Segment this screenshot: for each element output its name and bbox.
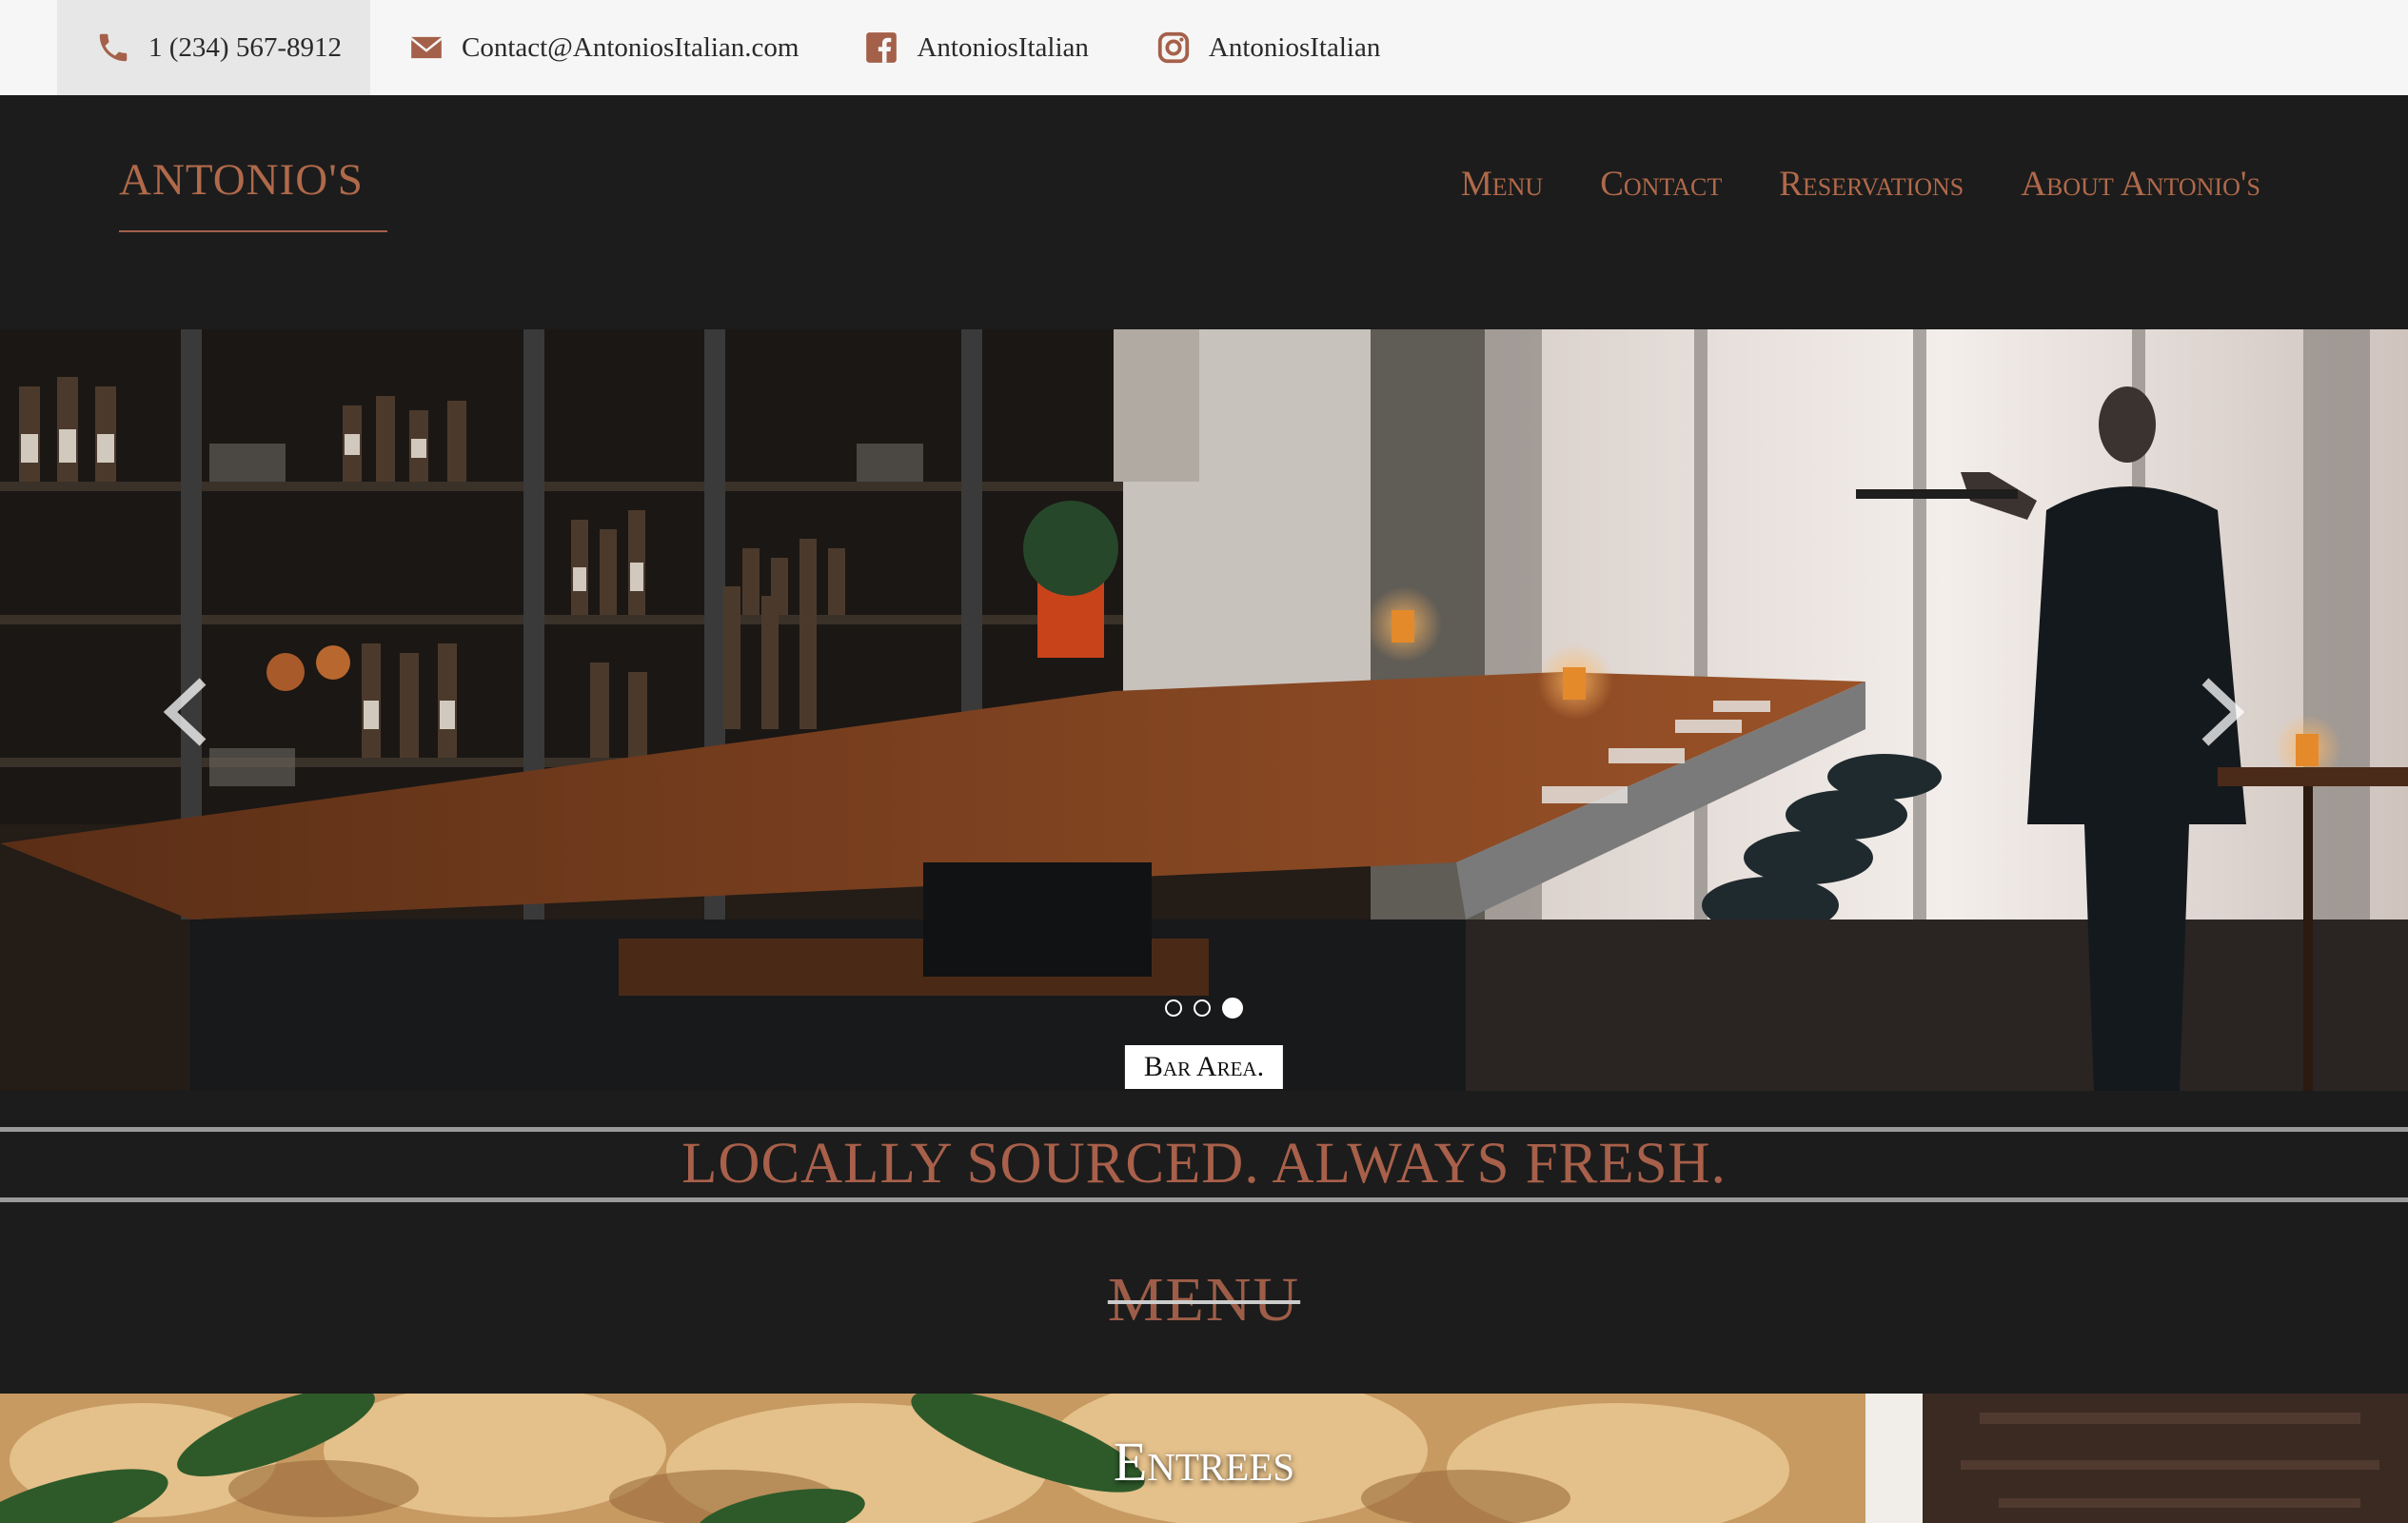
facebook-icon xyxy=(863,30,899,66)
carousel-caption: Bar Area. xyxy=(1124,1045,1284,1089)
hero-carousel: Bar Area. xyxy=(0,329,2408,1091)
nav-item-menu[interactable]: Menu xyxy=(1461,164,1543,205)
carousel-prev-arrow[interactable] xyxy=(157,674,224,750)
carousel-indicator-3[interactable] xyxy=(1222,998,1243,1019)
carousel-indicators xyxy=(0,998,2408,1019)
envelope-icon xyxy=(408,30,444,66)
phone-icon xyxy=(95,30,131,66)
chevron-left-icon xyxy=(163,678,207,746)
nav-item-reservations[interactable]: Reservations xyxy=(1779,164,1964,205)
entrees-title: Entrees xyxy=(1113,1431,1295,1493)
tagline-rule-bottom xyxy=(0,1197,2408,1202)
facebook-link[interactable]: AntoniosItalian xyxy=(863,0,1089,95)
instagram-link[interactable]: AntoniosItalian xyxy=(1155,0,1380,95)
carousel-indicator-2[interactable] xyxy=(1194,999,1211,1017)
email-link[interactable]: Contact@AntoniosItalian.com xyxy=(408,0,799,95)
phone-link[interactable]: 1 (234) 567-8912 xyxy=(57,0,370,95)
nav-menu: Menu Contact Reservations About Antonio'… xyxy=(1461,164,2260,205)
menu-section-heading: MENU xyxy=(1107,1265,1301,1335)
nav-item-about[interactable]: About Antonio's xyxy=(2021,164,2260,205)
phone-number: 1 (234) 567-8912 xyxy=(148,31,342,63)
instagram-handle: AntoniosItalian xyxy=(1208,31,1381,63)
main-navbar: ANTONIO'S Menu Contact Reservations Abou… xyxy=(0,95,2408,329)
entrees-banner[interactable]: Entrees xyxy=(0,1394,2408,1523)
site-logo[interactable]: ANTONIO'S xyxy=(119,154,364,206)
carousel-next-arrow[interactable] xyxy=(2184,674,2251,750)
nav-item-contact[interactable]: Contact xyxy=(1600,164,1722,205)
contact-bar: 1 (234) 567-8912 Contact@AntoniosItalian… xyxy=(0,0,2408,96)
bar-area-photo xyxy=(0,329,2408,1091)
carousel-indicator-1[interactable] xyxy=(1165,999,1182,1017)
email-address: Contact@AntoniosItalian.com xyxy=(461,31,799,63)
instagram-icon xyxy=(1155,30,1192,66)
logo-underline xyxy=(119,230,387,232)
facebook-handle: AntoniosItalian xyxy=(917,31,1089,63)
tagline: LOCALLY SOURCED. ALWAYS FRESH. xyxy=(681,1132,1727,1196)
chevron-right-icon xyxy=(2201,678,2245,746)
